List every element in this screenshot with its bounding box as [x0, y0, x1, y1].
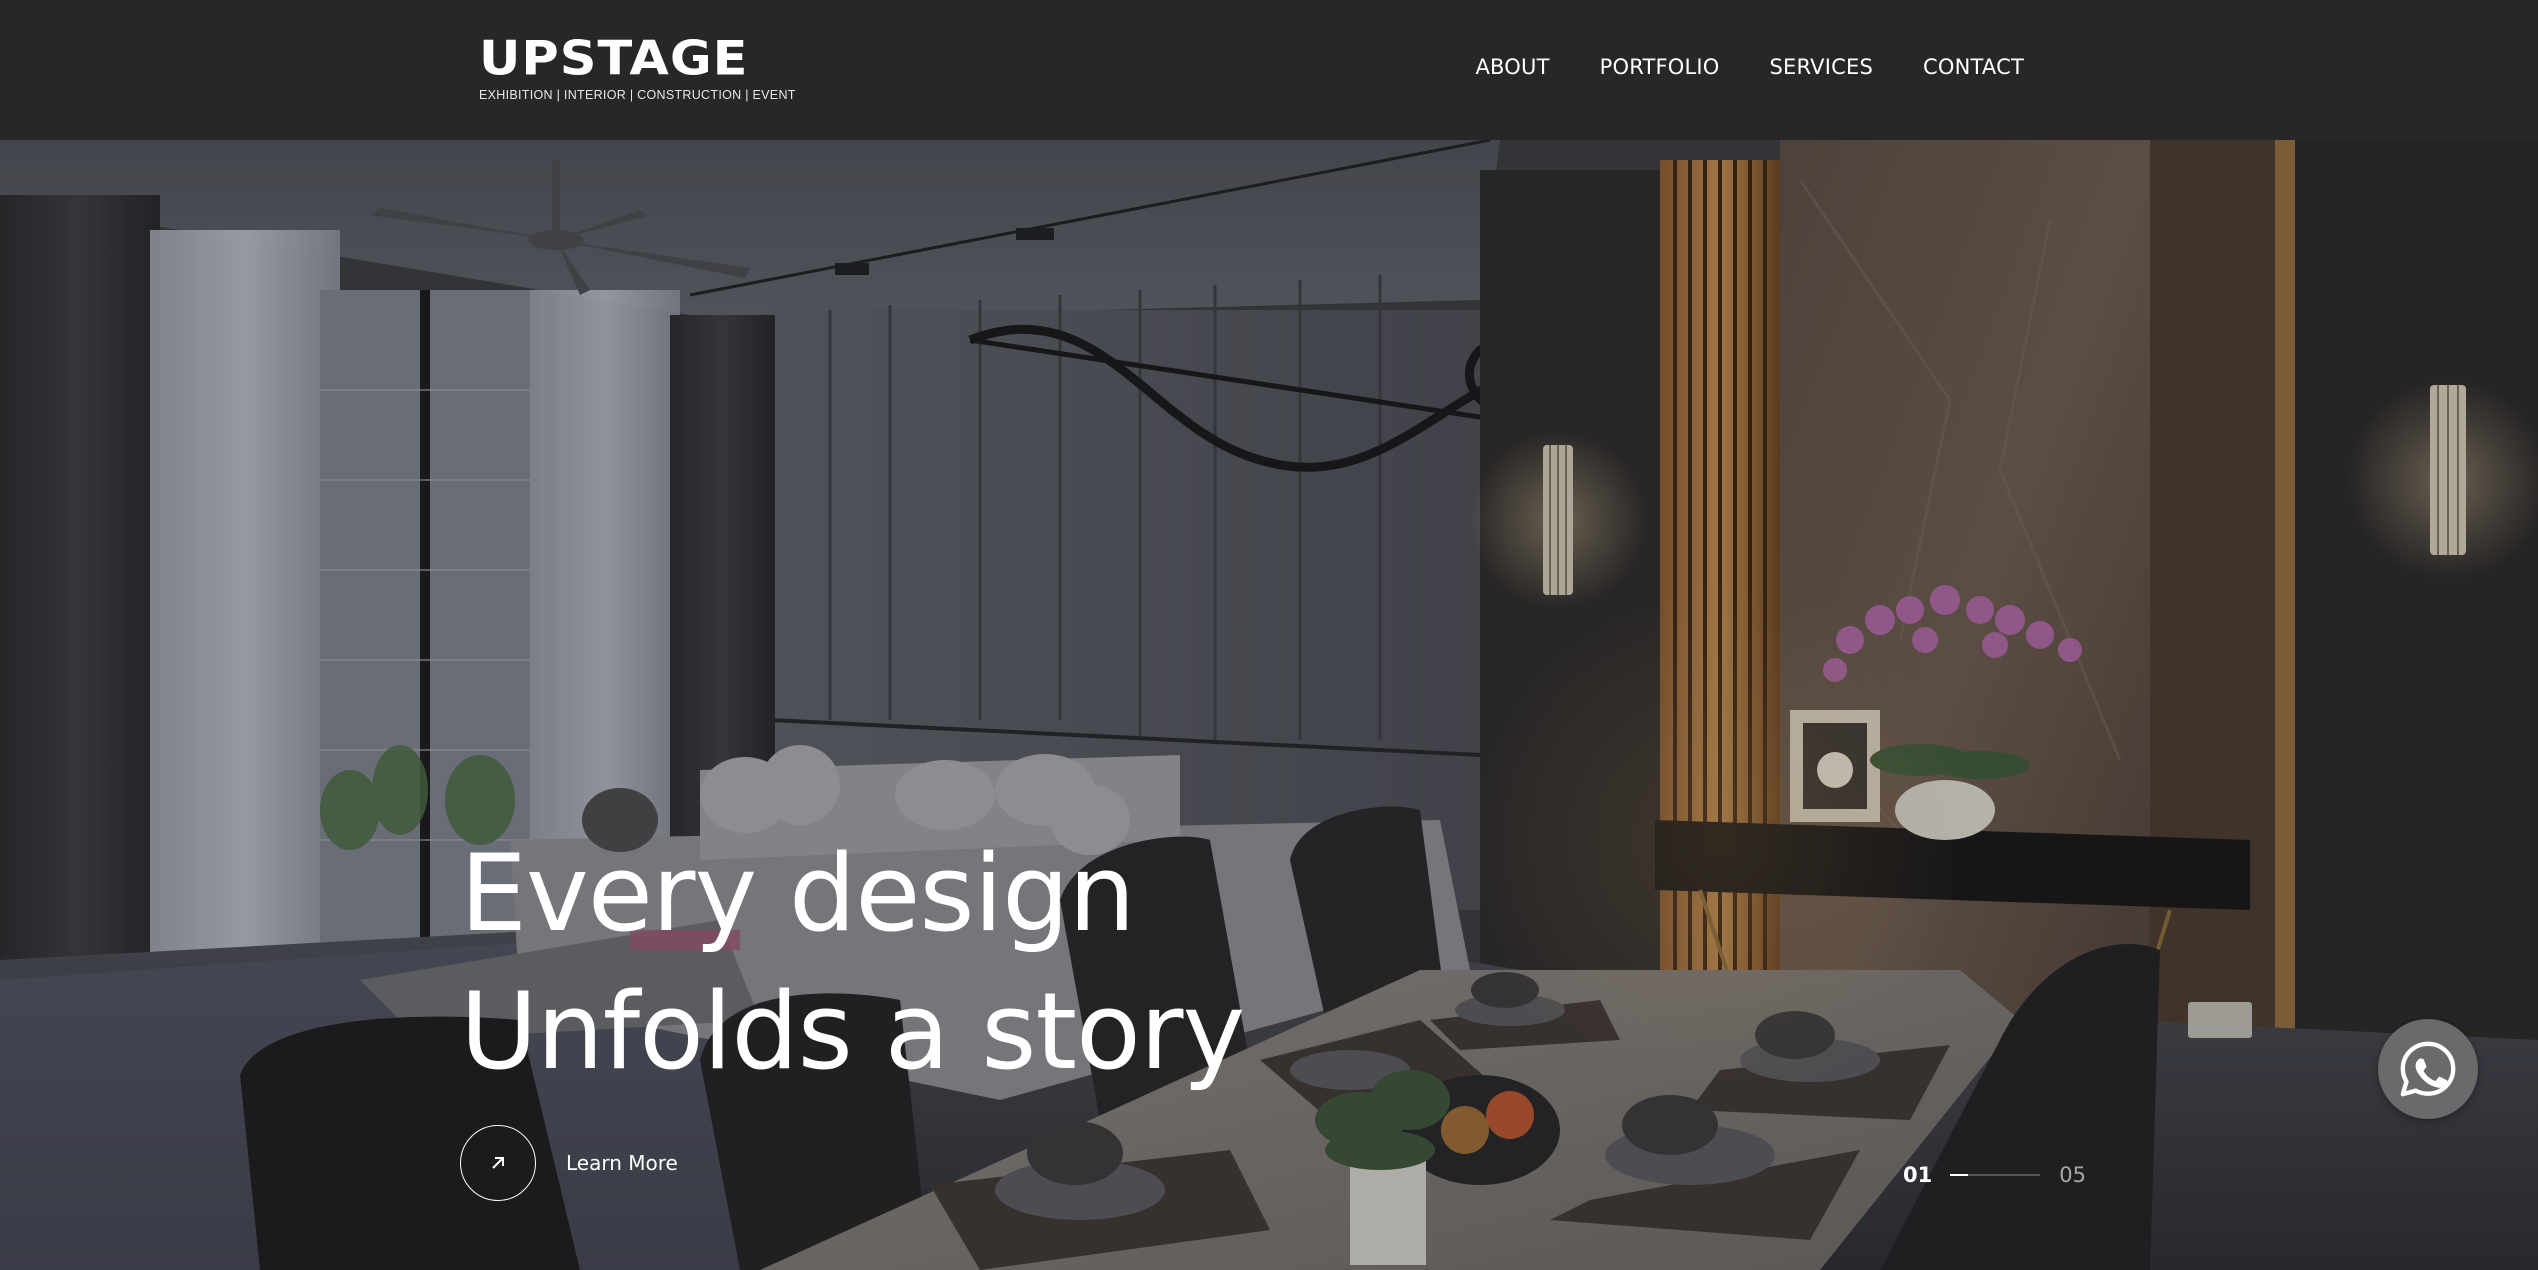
learn-more-label: Learn More: [566, 1151, 678, 1175]
nav-services[interactable]: SERVICES: [1770, 55, 1873, 79]
hero-headline-line2: Unfolds a story: [460, 970, 1245, 1093]
hero-section: Every design Unfolds a story Learn More …: [0, 140, 2538, 1270]
slide-total-number: 05: [2059, 1163, 2086, 1187]
hero-headline-line1: Every design: [460, 832, 1136, 955]
learn-more-button[interactable]: Learn More: [460, 1125, 678, 1201]
logo-tagline: EXHIBITION | INTERIOR | CONSTRUCTION | E…: [479, 88, 796, 102]
slide-current-number: 01: [1903, 1163, 1933, 1187]
slide-pager: 01 05: [1903, 1163, 2086, 1187]
whatsapp-button[interactable]: [2378, 1019, 2478, 1119]
nav-about[interactable]: ABOUT: [1475, 55, 1549, 79]
site-header: UPSTAGE EXHIBITION | INTERIOR | CONSTRUC…: [0, 0, 2538, 140]
slide-progress-track[interactable]: [1950, 1174, 2041, 1176]
nav-contact[interactable]: CONTACT: [1923, 55, 2024, 79]
whatsapp-icon: [2400, 1041, 2456, 1097]
nav-portfolio[interactable]: PORTFOLIO: [1600, 55, 1720, 79]
main-nav: ABOUT PORTFOLIO SERVICES CONTACT: [1475, 55, 2024, 79]
hero-dim-overlay: [0, 140, 2538, 1270]
logo[interactable]: UPSTAGE EXHIBITION | INTERIOR | CONSTRUC…: [479, 32, 796, 102]
slide-progress-fill: [1950, 1174, 1969, 1176]
hero-headline: Every design Unfolds a story: [460, 825, 1245, 1101]
arrow-up-right-icon[interactable]: [460, 1125, 536, 1201]
logo-wordmark: UPSTAGE: [479, 32, 749, 87]
